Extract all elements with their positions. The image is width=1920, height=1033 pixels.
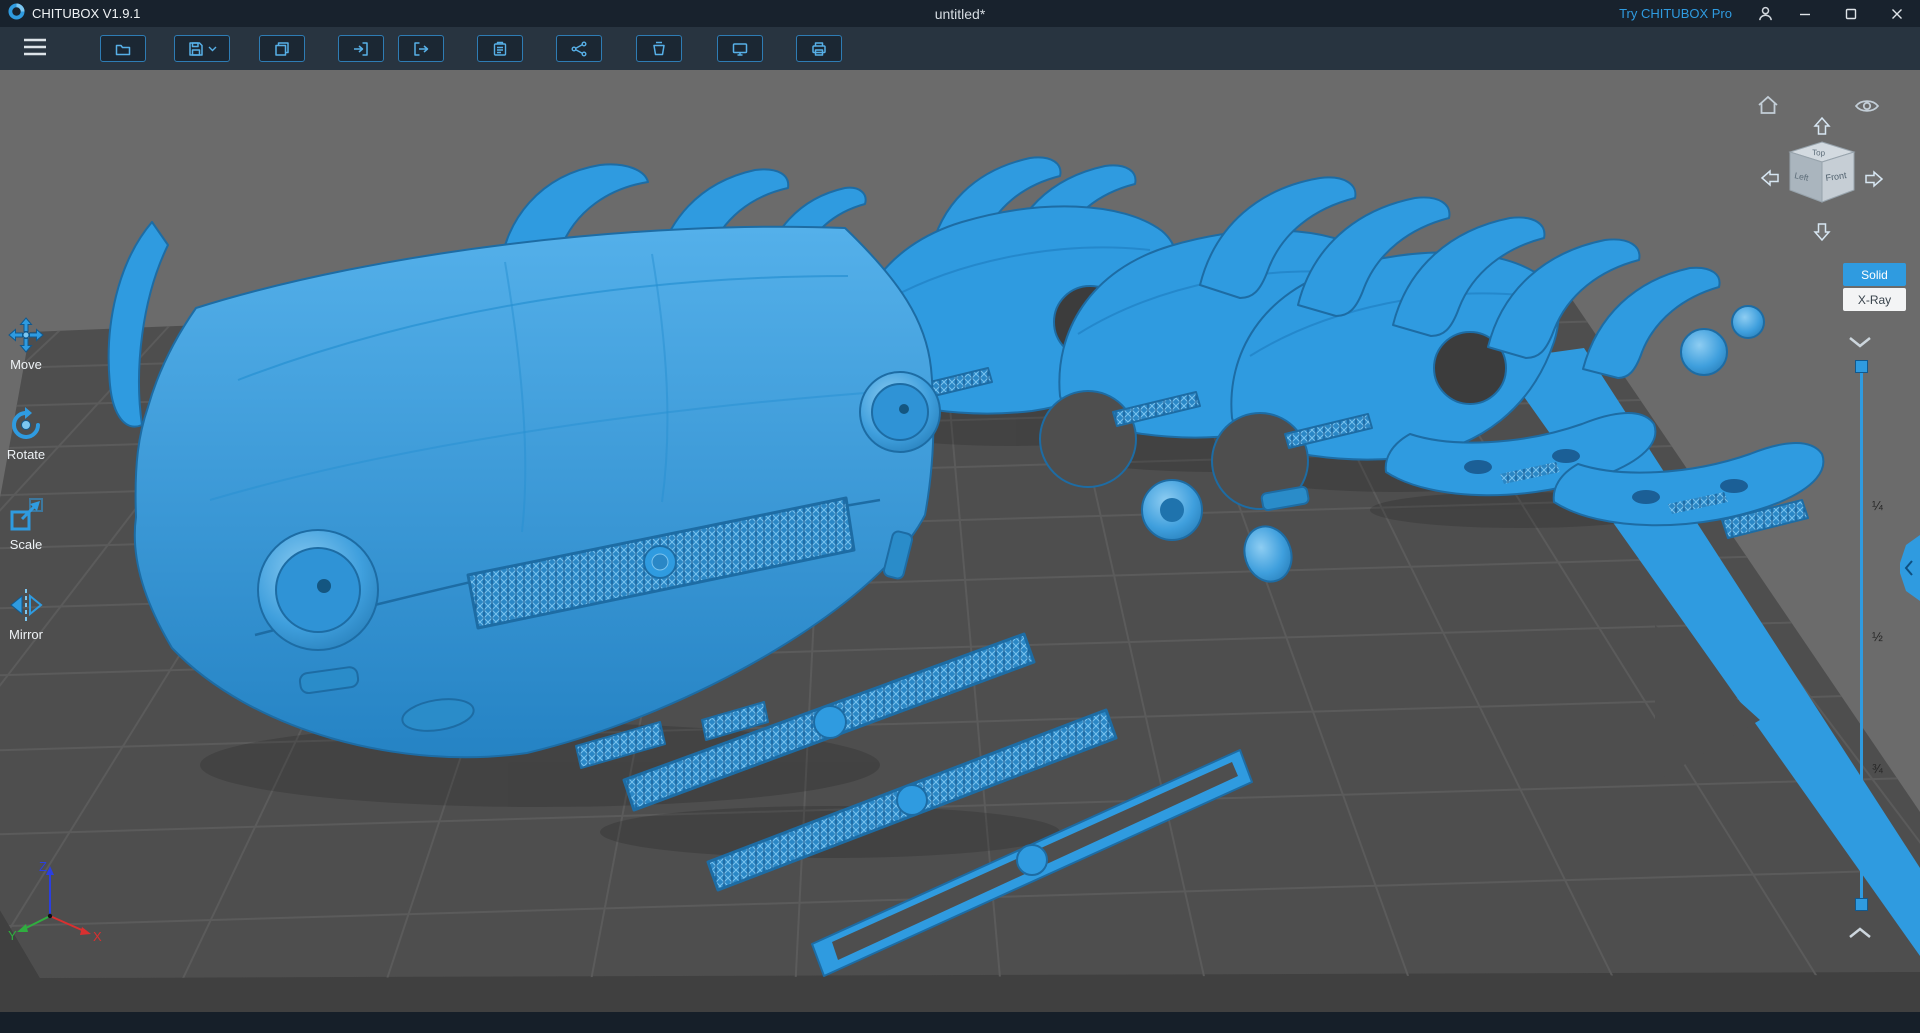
save-button[interactable] [174, 35, 230, 62]
rotate-tool-button[interactable]: Rotate [0, 407, 52, 462]
resin-vat-button[interactable] [636, 35, 682, 62]
toolbar [0, 27, 1920, 70]
try-pro-link[interactable]: Try CHITUBOX Pro [1619, 6, 1732, 21]
home-view-button[interactable] [1757, 95, 1779, 118]
clip-slider[interactable]: ¼ ½ ¾ [1846, 358, 1892, 918]
move-tool-label: Move [10, 357, 42, 372]
minimize-icon [1800, 13, 1810, 15]
clip-fraction-quarter: ¼ [1872, 498, 1883, 513]
home-icon [1758, 95, 1778, 114]
rotate-tool-label: Rotate [6, 447, 46, 462]
move-icon [8, 317, 44, 353]
copy-button[interactable] [259, 35, 305, 62]
panel-handle-shape [1900, 535, 1920, 601]
chevron-down-icon [1849, 337, 1871, 348]
minimize-button[interactable] [1782, 0, 1828, 27]
view-cube-body[interactable]: Top Left Front [1788, 141, 1856, 203]
clip-handle-bottom[interactable] [1855, 898, 1868, 911]
mirror-icon [10, 589, 43, 621]
scale-tool-button[interactable]: Scale [0, 497, 52, 552]
app-title: CHITUBOX V1.9.1 [32, 6, 141, 21]
settings-panel-handle[interactable] [1900, 535, 1920, 604]
mirror-tool-label: Mirror [9, 627, 43, 642]
clipboard-icon [493, 41, 507, 56]
open-file-button[interactable] [100, 35, 146, 62]
maximize-button[interactable] [1828, 0, 1874, 27]
chevron-down-icon [208, 46, 216, 51]
screen-icon [732, 42, 748, 56]
clip-collapse-button[interactable] [1848, 336, 1872, 352]
folder-icon [115, 44, 131, 55]
view-cube[interactable]: Top Left Front [1760, 116, 1884, 245]
titlebar: CHITUBOX V1.9.1 untitled* Try CHITUBOX P… [0, 0, 1920, 27]
cube-top-label: Top [1812, 148, 1826, 158]
viewport-3d[interactable]: Move Rotate Scale Mirror Top Left Front … [0, 70, 1920, 1012]
chevron-up-icon [1849, 927, 1871, 938]
save-icon [188, 41, 203, 56]
scale-tool-label: Scale [9, 537, 43, 552]
export-model-button[interactable] [398, 35, 444, 62]
render-mode-xray-button[interactable]: X-Ray [1843, 288, 1906, 311]
close-icon [1892, 8, 1902, 19]
chitubox-window: CHITUBOX V1.9.1 untitled* Try CHITUBOX P… [0, 0, 1920, 1033]
titlebar-right: Try CHITUBOX Pro [1619, 0, 1920, 27]
user-account-button[interactable] [1748, 0, 1782, 27]
rotate-icon [12, 407, 40, 439]
clip-slider-track[interactable] [1860, 366, 1863, 904]
rotate-down-arrow-icon[interactable] [1813, 223, 1831, 242]
clip-handle-top[interactable] [1855, 360, 1868, 373]
z-axis-label: Z [39, 859, 47, 874]
app-logo-icon [8, 2, 25, 25]
rotate-right-arrow-icon[interactable] [1865, 170, 1884, 188]
rotate-left-arrow-icon[interactable] [1760, 169, 1779, 187]
clipboard-button[interactable] [477, 35, 523, 62]
menu-button[interactable] [22, 38, 48, 59]
screen-test-button[interactable] [717, 35, 763, 62]
titlebar-left: CHITUBOX V1.9.1 [0, 2, 141, 25]
scene-canvas[interactable] [0, 70, 1920, 1012]
move-tool-button[interactable]: Move [0, 317, 52, 372]
eye-icon [1854, 100, 1880, 112]
network-sending-button[interactable] [556, 35, 602, 62]
close-button[interactable] [1874, 0, 1920, 27]
clip-expand-button[interactable] [1848, 926, 1872, 942]
rotate-up-arrow-icon[interactable] [1813, 116, 1831, 135]
scale-icon [10, 498, 43, 531]
mirror-tool-button[interactable]: Mirror [0, 587, 52, 642]
copy-icon [275, 41, 289, 56]
bottom-bar [0, 1012, 1920, 1033]
hamburger-menu-icon [24, 38, 46, 56]
printer-button[interactable] [796, 35, 842, 62]
clip-fraction-three-quarter: ¾ [1872, 761, 1883, 776]
visibility-button[interactable] [1854, 98, 1880, 117]
arrow-out-of-bracket-icon [414, 41, 429, 56]
arrow-into-bracket-icon [354, 41, 368, 56]
render-mode-solid-button[interactable]: Solid [1843, 263, 1906, 286]
clip-fraction-half: ½ [1872, 629, 1883, 644]
maximize-icon [1845, 8, 1857, 19]
network-nodes-icon [571, 41, 587, 56]
x-axis-label: X [93, 929, 102, 944]
import-model-button[interactable] [338, 35, 384, 62]
y-axis-label: Y [8, 928, 17, 943]
axes-gizmo: Z X Y [8, 859, 102, 944]
vat-icon [653, 41, 665, 55]
printer-icon [812, 41, 826, 56]
user-icon [1758, 6, 1772, 21]
